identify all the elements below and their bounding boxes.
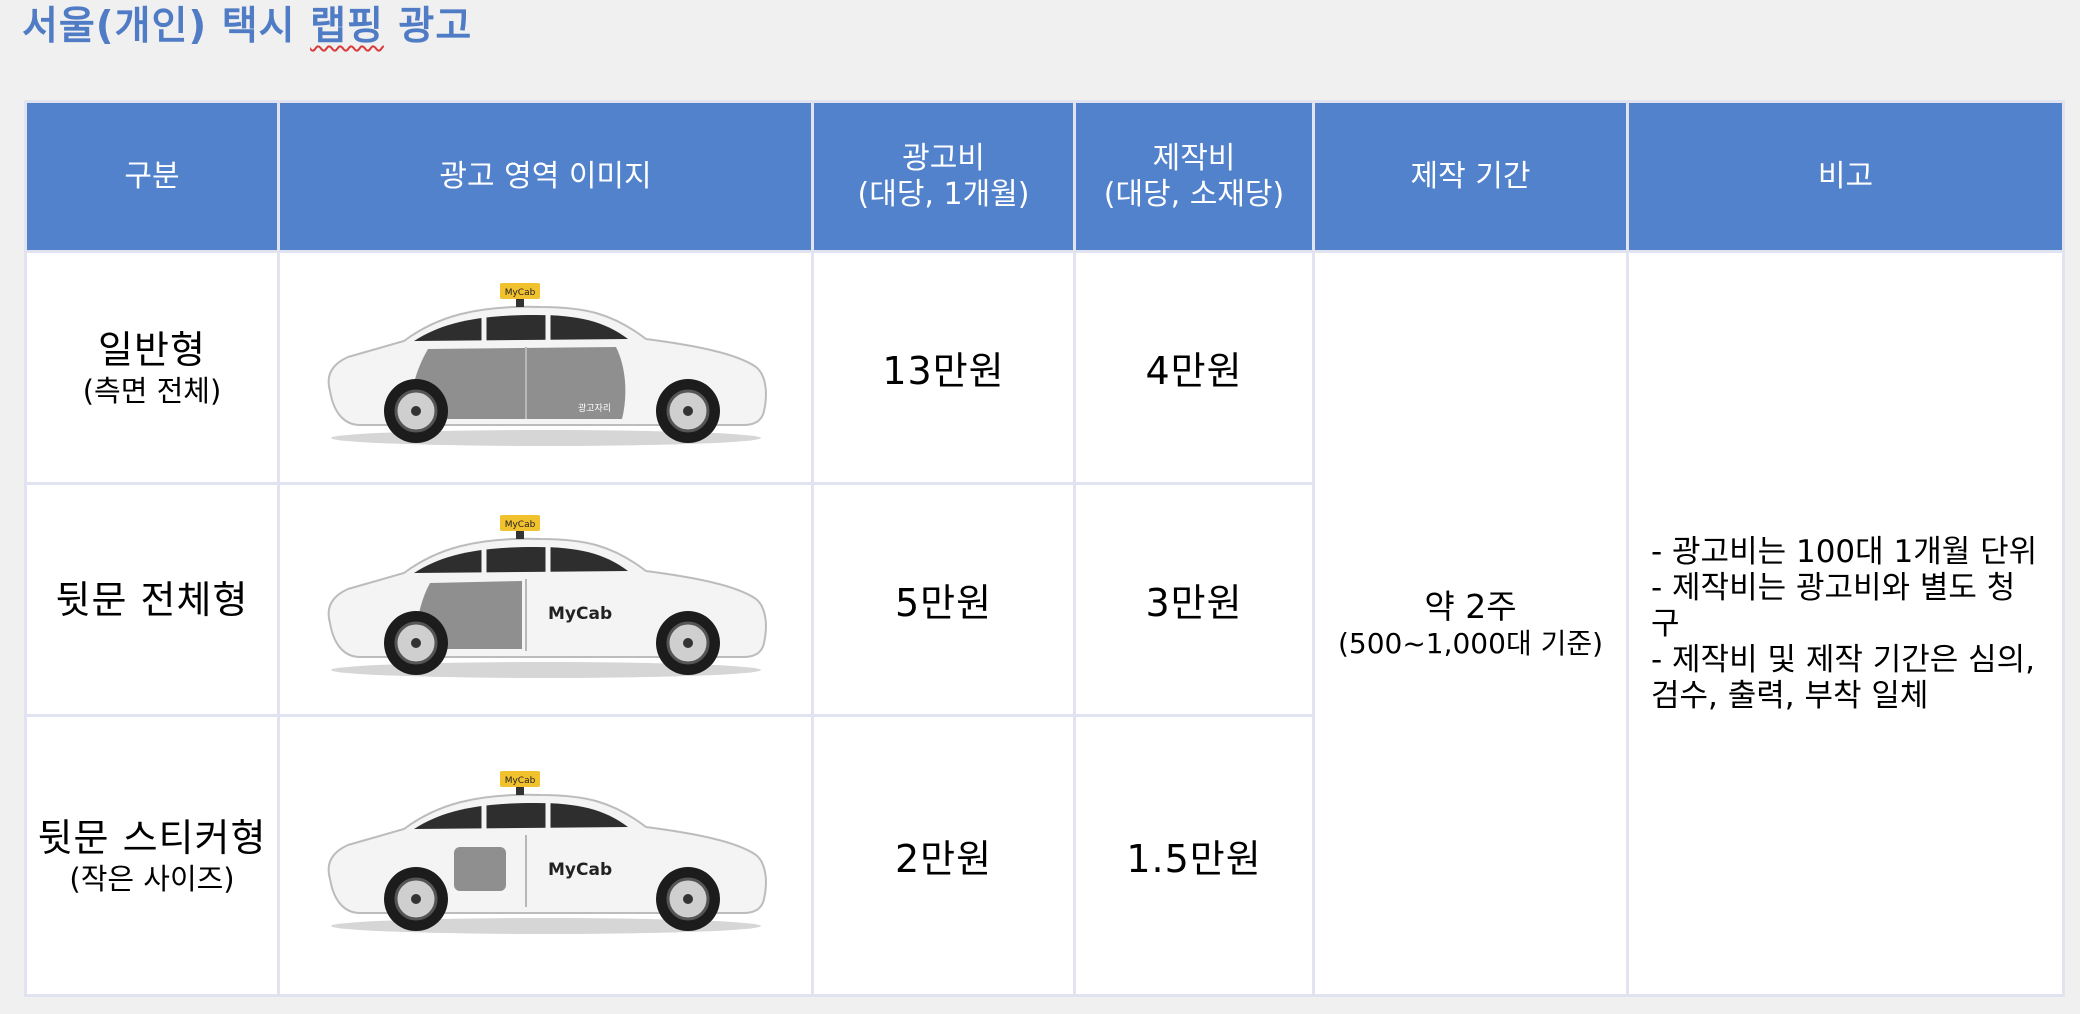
header-image: 광고 영역 이미지	[277, 100, 814, 253]
roof-sign-text: MyCab	[504, 288, 535, 298]
car-image-side-full: MyCab 광고자리	[277, 250, 814, 485]
header-row: 구분 광고 영역 이미지 광고비 (대당, 1개월) 제작비 (대당, 소재당) 제…	[24, 100, 2065, 253]
header-ad-fee: 광고비 (대당, 1개월)	[811, 100, 1076, 253]
ad-fee-cell: 5만원	[811, 482, 1076, 717]
title-prefix: 서울(개인) 택시	[22, 4, 311, 49]
production-fee-cell: 1.5만원	[1073, 714, 1315, 997]
table-row: 일반형 (측면 전체) MyCab 광고자리 13만원 4만원 약 2주 (50…	[24, 250, 2065, 997]
ad-fee: 13만원	[882, 349, 1005, 393]
ad-area-shape	[453, 846, 506, 891]
production-fee: 1.5만원	[1126, 837, 1262, 881]
door-brand-text: MyCab	[548, 604, 612, 624]
car-image-rear-door-full: MyCab MyCab	[277, 482, 814, 717]
ad-area-tag: 광고자리	[578, 402, 611, 414]
ad-fee-cell: 2만원	[811, 714, 1076, 997]
period-cell: 약 2주 (500~1,000대 기준)	[1312, 250, 1629, 997]
roof-sign-text: MyCab	[504, 520, 535, 530]
header-ad-fee-line2: (대당, 1개월)	[857, 176, 1030, 212]
category-main: 뒷문 전체형	[55, 577, 249, 622]
production-fee: 3만원	[1145, 581, 1243, 625]
ad-fee: 5만원	[894, 581, 993, 625]
category-sub: (작은 사이즈)	[69, 861, 235, 896]
category-sub: (측면 전체)	[82, 373, 222, 408]
production-fee: 4만원	[1145, 349, 1243, 393]
title-underlined-word: 랩핑	[310, 4, 384, 49]
page-title: 서울(개인) 택시 랩핑 광고	[22, 0, 472, 54]
category-main: 일반형	[98, 327, 206, 372]
category-main: 뒷문 스티커형	[37, 815, 267, 860]
header-ad-fee-line1: 광고비	[902, 140, 985, 176]
category-cell: 뒷문 전체형	[24, 482, 280, 717]
period-main: 약 2주	[1424, 586, 1517, 626]
ad-pricing-table: 구분 광고 영역 이미지 광고비 (대당, 1개월) 제작비 (대당, 소재당) 제…	[24, 100, 2065, 997]
header-production-fee: 제작비 (대당, 소재당)	[1073, 100, 1315, 253]
header-remarks: 비고	[1626, 100, 2065, 253]
taxi-car-icon: MyCab 광고자리	[327, 282, 767, 446]
header-production-fee-line1: 제작비	[1152, 140, 1236, 176]
category-cell: 뒷문 스티커형 (작은 사이즈)	[24, 714, 280, 997]
header-period: 제작 기간	[1312, 100, 1629, 253]
roof-sign-text: MyCab	[504, 776, 535, 786]
ad-fee-cell: 13만원	[811, 250, 1076, 485]
taxi-car-icon: MyCab MyCab	[327, 514, 767, 678]
production-fee-cell: 3만원	[1073, 482, 1315, 717]
ad-fee: 2만원	[894, 837, 993, 881]
header-production-fee-line2: (대당, 소재당)	[1103, 176, 1285, 212]
remarks-cell: - 광고비는 100대 1개월 단위 - 제작비는 광고비와 별도 청구 - 제…	[1626, 250, 2065, 997]
taxi-car-icon: MyCab MyCab	[327, 770, 767, 934]
period-sub: (500~1,000대 기준)	[1337, 626, 1604, 660]
category-cell: 일반형 (측면 전체)	[24, 250, 280, 485]
remark-line: - 광고비는 100대 1개월 단위	[1651, 533, 2038, 570]
remark-line: - 제작비 및 제작 기간은 심의, 검수, 출력, 부착 일체	[1651, 641, 2036, 714]
remark-line: - 제작비는 광고비와 별도 청구	[1651, 569, 2016, 642]
header-category: 구분	[24, 100, 280, 253]
production-fee-cell: 4만원	[1073, 250, 1315, 485]
car-image-rear-door-sticker: MyCab MyCab	[277, 714, 814, 997]
title-suffix: 광고	[383, 4, 473, 49]
door-brand-text: MyCab	[548, 860, 612, 880]
